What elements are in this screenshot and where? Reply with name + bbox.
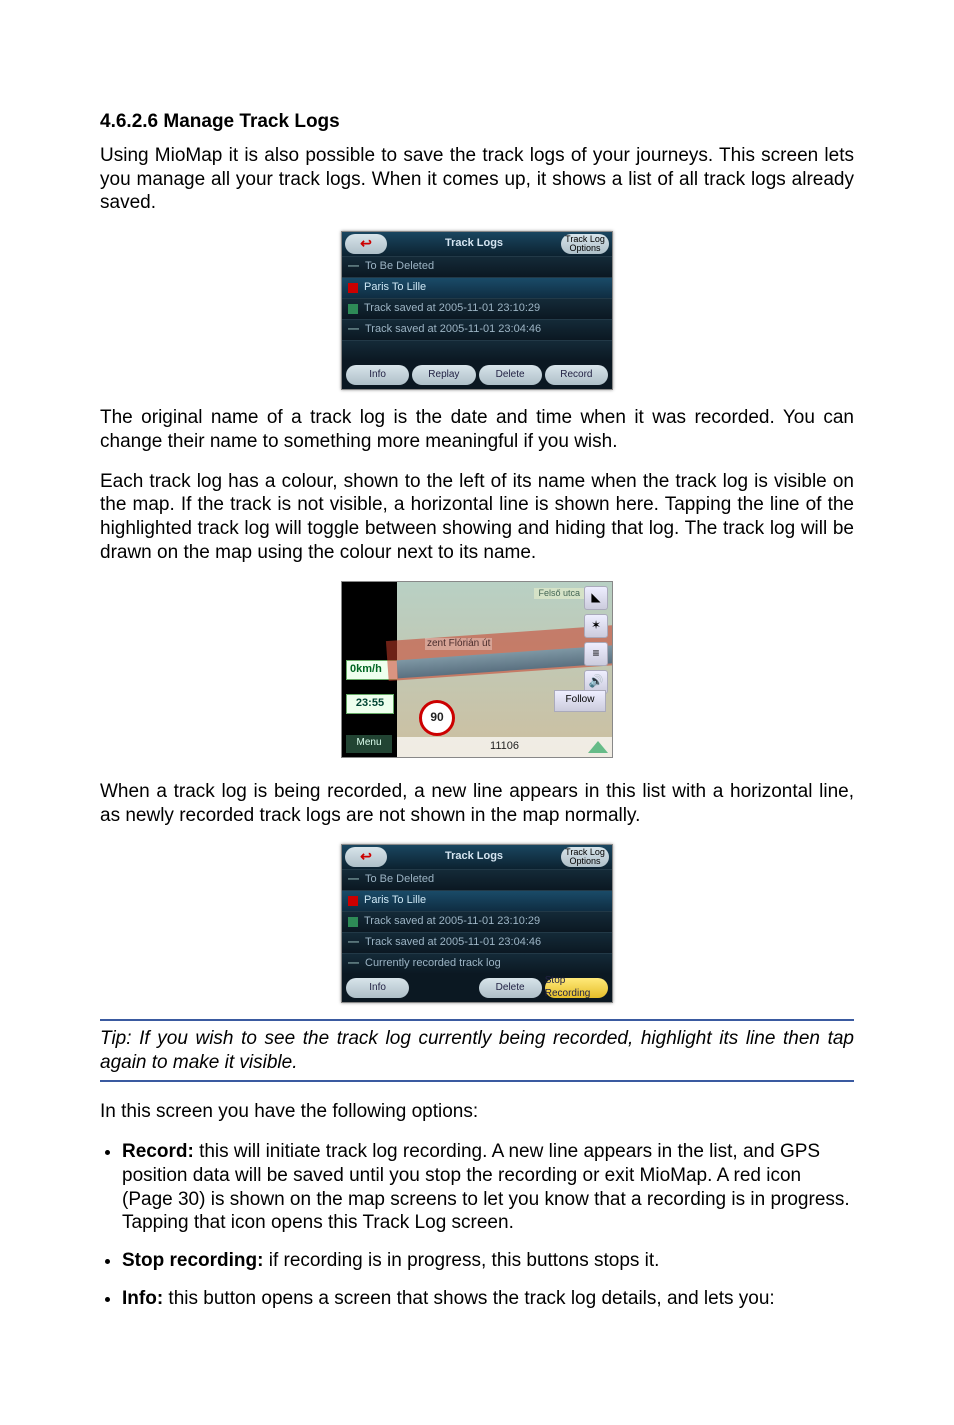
track-name: To Be Deleted — [365, 260, 434, 274]
track-row[interactable]: — Track saved at 2005-11-01 23:04:46 — [342, 319, 612, 340]
track-row[interactable]: Paris To Lille — [342, 277, 612, 298]
paragraph: In this screen you have the following op… — [100, 1100, 854, 1124]
options-button[interactable]: Track Log Options — [561, 234, 609, 254]
track-row[interactable]: — Track saved at 2005-11-01 23:04:46 — [342, 932, 612, 953]
options-list: Record: this will initiate track log rec… — [100, 1140, 854, 1311]
option-label: Info: — [122, 1288, 163, 1309]
track-row[interactable]: — To Be Deleted — [342, 256, 612, 277]
screen-title: Track Logs — [390, 237, 558, 251]
info-button[interactable]: Info — [346, 365, 409, 385]
delete-button[interactable]: Delete — [479, 978, 542, 998]
gps-icon[interactable]: ✶ — [584, 614, 608, 638]
replay-button[interactable]: Replay — [412, 365, 475, 385]
screen-title: Track Logs — [390, 850, 558, 864]
info-button[interactable]: Info — [346, 978, 409, 998]
track-name: To Be Deleted — [365, 873, 434, 887]
hidden-indicator: — — [348, 323, 359, 337]
speed-limit-sign: 90 — [419, 700, 455, 736]
track-name: Track saved at 2005-11-01 23:10:29 — [364, 302, 540, 316]
track-name: Track saved at 2005-11-01 23:10:29 — [364, 915, 540, 929]
option-label: Stop recording: — [122, 1250, 263, 1271]
list-item: Stop recording: if recording is in progr… — [122, 1249, 854, 1273]
track-row[interactable]: — To Be Deleted — [342, 869, 612, 890]
track-row[interactable]: Track saved at 2005-11-01 23:10:29 — [342, 911, 612, 932]
track-row[interactable]: Paris To Lille — [342, 890, 612, 911]
track-row[interactable]: — Currently recorded track log — [342, 953, 612, 974]
track-row[interactable]: Track saved at 2005-11-01 23:10:29 — [342, 298, 612, 319]
distance-bar: 11106 — [397, 737, 612, 757]
paragraph: The original name of a track log is the … — [100, 406, 854, 454]
track-name: Paris To Lille — [364, 281, 426, 295]
hidden-indicator: — — [348, 957, 359, 971]
back-button[interactable]: ↩ — [345, 847, 387, 867]
track-logs-screen: ↩ Track Logs Track Log Options — To Be De… — [341, 231, 613, 390]
color-swatch — [348, 896, 358, 906]
map-screen: 0km/h 23:55 Menu zent Flórián út Felső u… — [341, 581, 613, 758]
section-heading: 4.6.2.6 Manage Track Logs — [100, 110, 854, 134]
back-button[interactable]: ↩ — [345, 234, 387, 254]
street-label: zent Flórián út — [425, 638, 492, 651]
north-arrow-icon[interactable]: ◣ — [584, 586, 608, 610]
resize-icon[interactable] — [588, 741, 608, 753]
option-text: this will initiate track log recording. … — [122, 1141, 850, 1233]
hidden-indicator: — — [348, 936, 359, 950]
stop-recording-button[interactable]: Stop Recording — [545, 978, 608, 998]
list-item: Record: this will initiate track log rec… — [122, 1140, 854, 1235]
option-text: if recording is in progress, this button… — [263, 1250, 659, 1271]
delete-button[interactable]: Delete — [479, 365, 542, 385]
track-name: Currently recorded track log — [365, 957, 501, 971]
follow-button[interactable]: Follow — [554, 690, 606, 712]
list-item: Info: this button opens a screen that sh… — [122, 1287, 854, 1311]
paragraph: When a track log is being recorded, a ne… — [100, 780, 854, 828]
hidden-indicator: — — [348, 260, 359, 274]
paragraph: Using MioMap it is also possible to save… — [100, 144, 854, 215]
menu-button[interactable]: Menu — [346, 735, 392, 753]
hidden-indicator: — — [348, 873, 359, 887]
paragraph: Each track log has a colour, shown to th… — [100, 470, 854, 565]
options-button[interactable]: Track Log Options — [561, 847, 609, 867]
option-label: Record: — [122, 1141, 194, 1162]
record-button[interactable]: Record — [545, 365, 608, 385]
color-swatch — [348, 917, 358, 927]
layer-icon[interactable]: ≡ — [584, 642, 608, 666]
track-name: Track saved at 2005-11-01 23:04:46 — [365, 936, 541, 950]
track-name: Paris To Lille — [364, 894, 426, 908]
street-label: Felső utca — [534, 588, 584, 599]
track-name: Track saved at 2005-11-01 23:04:46 — [365, 323, 541, 337]
track-logs-screen-recording: ↩ Track Logs Track Log Options — To Be De… — [341, 844, 613, 1003]
time-indicator: 23:55 — [346, 694, 394, 714]
color-swatch — [348, 283, 358, 293]
option-text: this button opens a screen that shows th… — [163, 1288, 775, 1309]
track-row-empty — [342, 340, 612, 361]
color-swatch — [348, 304, 358, 314]
tip-callout: Tip: If you wish to see the track log cu… — [100, 1019, 854, 1083]
